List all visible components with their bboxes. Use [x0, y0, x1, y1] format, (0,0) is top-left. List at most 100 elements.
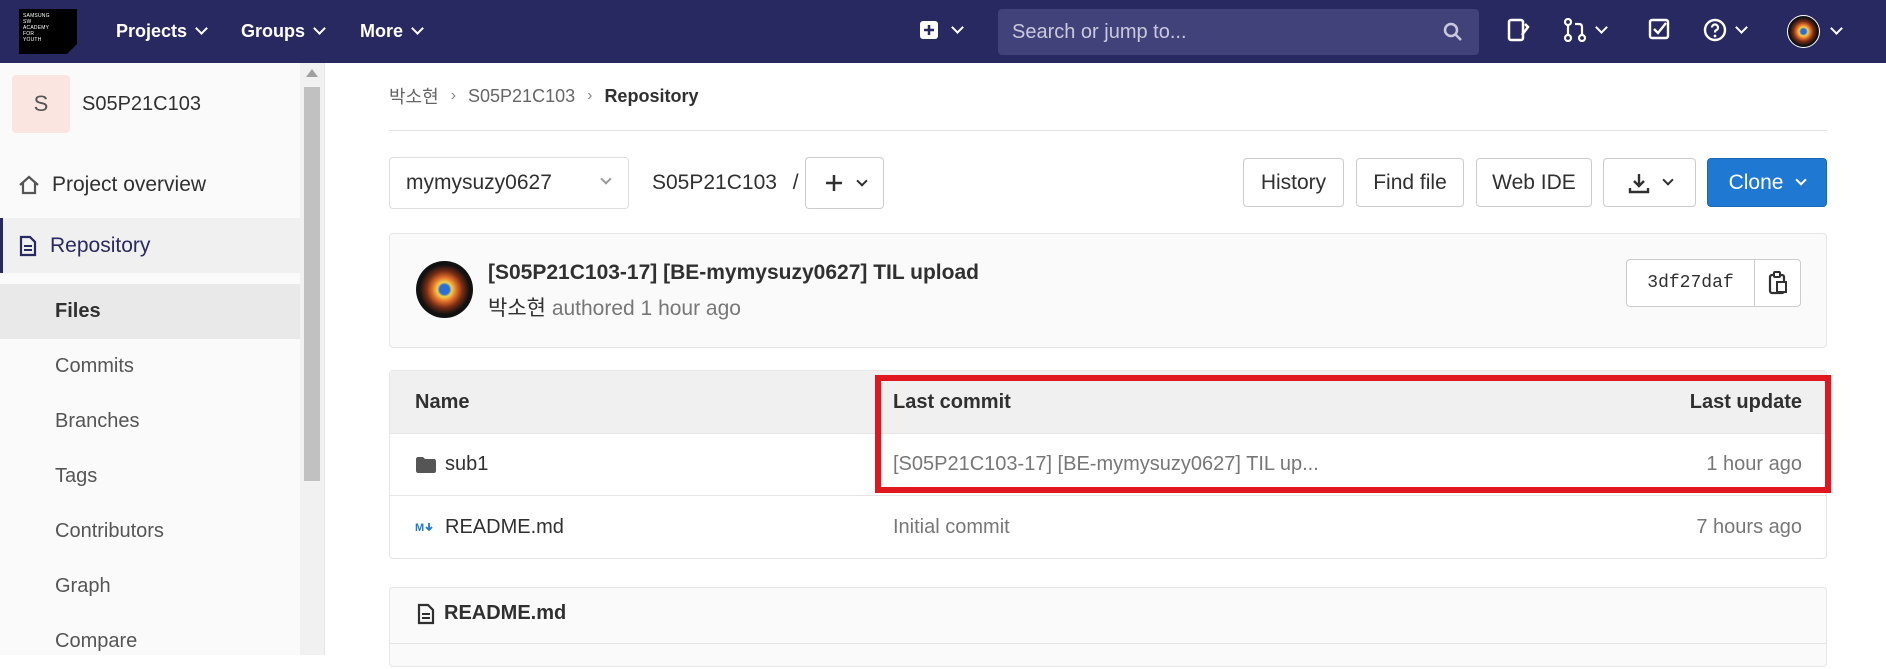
- search-input[interactable]: [1012, 20, 1432, 44]
- sidebar-item-label: Repository: [50, 233, 151, 257]
- plus-icon: [825, 175, 842, 191]
- sidebar-item-files[interactable]: Files: [0, 284, 300, 339]
- divider: [389, 130, 1827, 131]
- sidebar-item-label: Files: [55, 300, 101, 322]
- repo-path-root-link[interactable]: S05P21C103: [652, 171, 777, 194]
- user-avatar: [1787, 15, 1820, 48]
- chevron-down-icon: [1830, 22, 1843, 35]
- commit-sha[interactable]: 3df27daf: [1626, 259, 1754, 307]
- nav-more[interactable]: More: [360, 0, 424, 63]
- nav-projects[interactable]: Projects: [116, 0, 208, 63]
- web-ide-button[interactable]: Web IDE: [1476, 158, 1592, 207]
- project-header[interactable]: S S05P21C103: [12, 75, 201, 133]
- commit-meta: 박소현 authored 1 hour ago: [488, 292, 741, 322]
- chevron-down-icon: [195, 22, 208, 35]
- sidebar-item-label: Branches: [55, 410, 140, 432]
- sidebar-item-label: Commits: [55, 355, 134, 377]
- project-avatar: S: [12, 75, 70, 133]
- folder-icon: [416, 456, 436, 473]
- clone-dropdown-button[interactable]: Clone: [1707, 158, 1827, 207]
- readme-panel: README.md: [389, 587, 1827, 667]
- home-icon: [19, 175, 39, 194]
- find-file-button[interactable]: Find file: [1356, 158, 1464, 207]
- sidebar-item-label: Tags: [55, 465, 98, 487]
- commit-author-link[interactable]: 박소현: [488, 297, 546, 320]
- column-header-last-commit: Last commit: [893, 390, 1011, 413]
- chevron-right-icon: ›: [450, 87, 457, 104]
- sidebar-item-commits[interactable]: Commits: [0, 339, 300, 394]
- chevron-down-icon: [1735, 20, 1748, 34]
- column-header-name: Name: [415, 390, 470, 413]
- document-icon: [417, 603, 435, 624]
- markdown-icon: M: [415, 522, 433, 534]
- sidebar-item-label: Project overview: [52, 172, 207, 196]
- nav-groups[interactable]: Groups: [241, 0, 326, 63]
- sidebar-scrollbar[interactable]: [300, 63, 324, 655]
- chevron-down-icon: [951, 20, 964, 34]
- issues-icon[interactable]: [1506, 18, 1530, 42]
- breadcrumb-project-link[interactable]: S05P21C103: [468, 86, 575, 107]
- search-icon: [1443, 22, 1462, 41]
- commit-author-avatar[interactable]: [416, 261, 473, 318]
- sidebar-item-label: Graph: [55, 575, 111, 597]
- new-item-dropdown[interactable]: [919, 20, 964, 40]
- sidebar-item-tags[interactable]: Tags: [0, 449, 300, 504]
- search-box[interactable]: [998, 9, 1479, 55]
- top-navbar: SAMSUNG SW ACADEMY FOR YOUTH Projects Groups…: [0, 0, 1886, 63]
- table-header-row: Name Last commit Last update: [390, 371, 1826, 434]
- sidebar-item-branches[interactable]: Branches: [0, 394, 300, 449]
- nav-more-label: More: [360, 21, 404, 41]
- merge-requests-dropdown[interactable]: [1563, 18, 1608, 42]
- sidebar-item-graph[interactable]: Graph: [0, 559, 300, 614]
- copy-sha-button[interactable]: [1754, 259, 1801, 307]
- table-row[interactable]: sub1 [S05P21C103-17] [BE-mymysuzy0627] T…: [390, 434, 1826, 496]
- nav-groups-label: Groups: [241, 21, 306, 41]
- help-icon: [1703, 18, 1727, 42]
- file-tree-table: Name Last commit Last update sub1 [S05P2…: [389, 370, 1827, 559]
- plus-square-icon: [920, 21, 938, 39]
- sidebar-item-compare[interactable]: Compare: [0, 614, 300, 669]
- branch-name: mymysuzy0627: [406, 171, 552, 194]
- breadcrumb-current[interactable]: Repository: [604, 86, 698, 107]
- chevron-down-icon: [855, 174, 868, 187]
- add-to-tree-dropdown[interactable]: [805, 157, 884, 209]
- readme-title: README.md: [444, 602, 567, 624]
- todo-icon[interactable]: [1648, 18, 1670, 40]
- chevron-down-icon: [1661, 174, 1674, 186]
- download-dropdown[interactable]: [1603, 158, 1696, 207]
- user-menu[interactable]: [1787, 15, 1843, 48]
- scrollbar-thumb[interactable]: [304, 87, 320, 481]
- brand-logo[interactable]: SAMSUNG SW ACADEMY FOR YOUTH: [19, 9, 77, 54]
- help-dropdown[interactable]: [1703, 18, 1748, 42]
- find-file-button-label: Find file: [1373, 170, 1447, 194]
- path-separator: /: [792, 171, 799, 194]
- commit-sha-group: 3df27daf: [1626, 259, 1801, 307]
- history-button[interactable]: History: [1243, 158, 1344, 207]
- file-link[interactable]: README.md: [445, 516, 564, 539]
- branch-selector[interactable]: mymysuzy0627: [389, 157, 629, 209]
- commit-message-link[interactable]: Initial commit: [893, 496, 1010, 558]
- clipboard-icon: [1768, 271, 1787, 295]
- sidebar-item-repository[interactable]: Repository: [0, 218, 300, 273]
- commit-message-link[interactable]: [S05P21C103-17] [BE-mymysuzy0627] TIL up…: [893, 434, 1319, 495]
- chevron-down-icon: [411, 22, 424, 35]
- sidebar-item-project-overview[interactable]: Project overview: [0, 157, 300, 212]
- history-button-label: History: [1260, 170, 1327, 194]
- sidebar-item-label: Compare: [55, 630, 138, 652]
- project-name: S05P21C103: [82, 92, 201, 115]
- folder-link[interactable]: sub1: [445, 453, 488, 476]
- scroll-up-arrow-icon[interactable]: [306, 69, 318, 77]
- chevron-down-icon: [1595, 20, 1608, 34]
- last-commit-panel: [S05P21C103-17] [BE-mymysuzy0627] TIL up…: [389, 233, 1827, 348]
- last-update-time: 1 hour ago: [1706, 453, 1802, 475]
- commit-title-link[interactable]: [S05P21C103-17] [BE-mymysuzy0627] TIL up…: [488, 261, 979, 285]
- clone-button-label: Clone: [1728, 170, 1784, 194]
- project-sidebar: S S05P21C103 Project overview Repository…: [0, 63, 325, 655]
- merge-request-icon: [1563, 18, 1587, 42]
- sidebar-item-contributors[interactable]: Contributors: [0, 504, 300, 559]
- chevron-down-icon: [313, 22, 326, 35]
- repo-path: S05P21C103 /: [652, 171, 799, 195]
- table-row[interactable]: M README.md Initial commit 7 hours ago: [390, 496, 1826, 558]
- file-name-cell: M README.md: [415, 496, 564, 558]
- breadcrumb-owner-link[interactable]: 박소현: [389, 83, 439, 109]
